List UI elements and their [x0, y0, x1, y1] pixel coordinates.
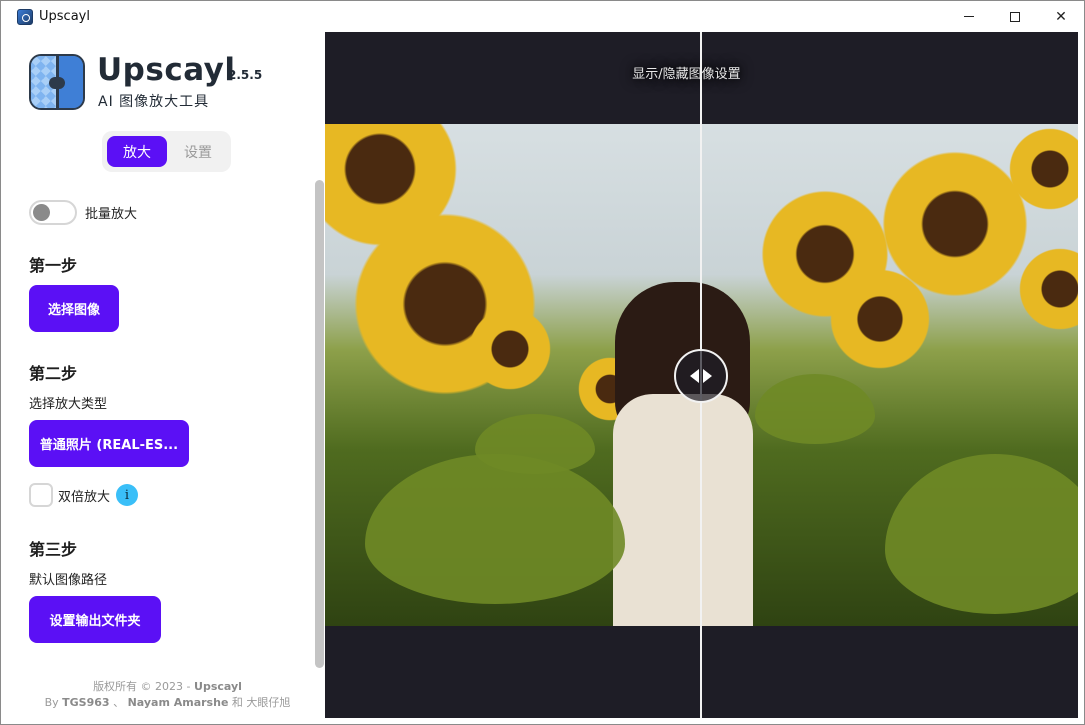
step2-title: 第二步 [29, 364, 78, 383]
credits-by: By [44, 696, 59, 709]
author-link-3[interactable]: 大眼仔旭 [246, 696, 290, 709]
author-link-1[interactable]: TGS963 [62, 696, 109, 709]
arrow-left-icon [690, 369, 699, 383]
step1-title: 第一步 [29, 256, 78, 275]
step3-title: 第三步 [29, 540, 78, 559]
credits-and: 和 [231, 696, 243, 709]
credits-sep: 、 [113, 696, 125, 709]
sunflower [465, 304, 555, 394]
author-link-2[interactable]: Nayam Amarshe [128, 696, 229, 709]
toggle-settings-label[interactable]: 显示/隐藏图像设置 [626, 61, 746, 84]
step2-subtitle: 选择放大类型 [29, 397, 108, 412]
batch-toggle[interactable] [29, 200, 77, 225]
app-window: Upscayl ✕ Upscayl 2.5.5 AI 图像放大工具 放大 设置 … [0, 0, 1085, 725]
batch-toggle-row: 批量放大 [29, 200, 137, 225]
tab-settings[interactable]: 设置 [170, 136, 226, 167]
mode-tabs: 放大 设置 [102, 131, 231, 172]
toggle-thumb [33, 204, 50, 221]
copyright-footer: 版权所有 © 2023 - Upscayl [9, 678, 326, 694]
model-select-button[interactable]: 普通照片 (REAL-ES... [29, 420, 189, 467]
set-output-folder-button[interactable]: 设置输出文件夹 [29, 596, 161, 643]
brand-name: Upscayl [97, 52, 236, 88]
select-image-button[interactable]: 选择图像 [29, 285, 119, 332]
tab-upscale[interactable]: 放大 [107, 136, 167, 167]
leaf [885, 454, 1078, 614]
minimize-button[interactable] [946, 1, 992, 32]
logo-knob [49, 77, 65, 89]
minimize-icon [964, 16, 974, 17]
double-upscale-label: 双倍放大 [58, 489, 111, 505]
maximize-button[interactable] [992, 1, 1038, 32]
close-button[interactable]: ✕ [1038, 1, 1084, 32]
copyright-text: 版权所有 © 2023 - [93, 680, 191, 693]
compare-slider-handle[interactable] [674, 349, 728, 403]
arrow-right-icon [703, 369, 712, 383]
settings-sidebar: Upscayl 2.5.5 AI 图像放大工具 放大 设置 批量放大 第一步 选… [9, 32, 326, 718]
copyright-brand-link[interactable]: Upscayl [194, 680, 242, 693]
image-compare-viewer: 显示/隐藏图像设置 [325, 32, 1078, 718]
sidebar-scrollbar[interactable] [315, 180, 324, 668]
subject-dress [613, 394, 753, 626]
step3-subtitle: 默认图像路径 [29, 573, 108, 588]
brand-version: 2.5.5 [228, 68, 263, 82]
info-icon[interactable]: i [116, 484, 139, 506]
double-upscale-row: 双倍放大 i [29, 483, 139, 507]
maximize-icon [1010, 11, 1020, 22]
window-controls: ✕ [946, 1, 1084, 32]
window-title: Upscayl [39, 9, 90, 24]
leaf [365, 454, 625, 604]
title-bar: Upscayl ✕ [1, 1, 1084, 32]
batch-label: 批量放大 [85, 207, 138, 222]
upscayl-logo [29, 54, 85, 110]
credits-footer: By TGS963 、 Nayam Amarshe 和 大眼仔旭 [9, 694, 326, 710]
brand-subtitle: AI 图像放大工具 [98, 94, 210, 110]
close-icon: ✕ [1055, 8, 1067, 25]
double-upscale-checkbox[interactable] [29, 483, 53, 507]
sunflower [825, 264, 935, 374]
app-logo-icon [17, 8, 33, 25]
leaf [475, 414, 595, 474]
leaf [755, 374, 875, 444]
